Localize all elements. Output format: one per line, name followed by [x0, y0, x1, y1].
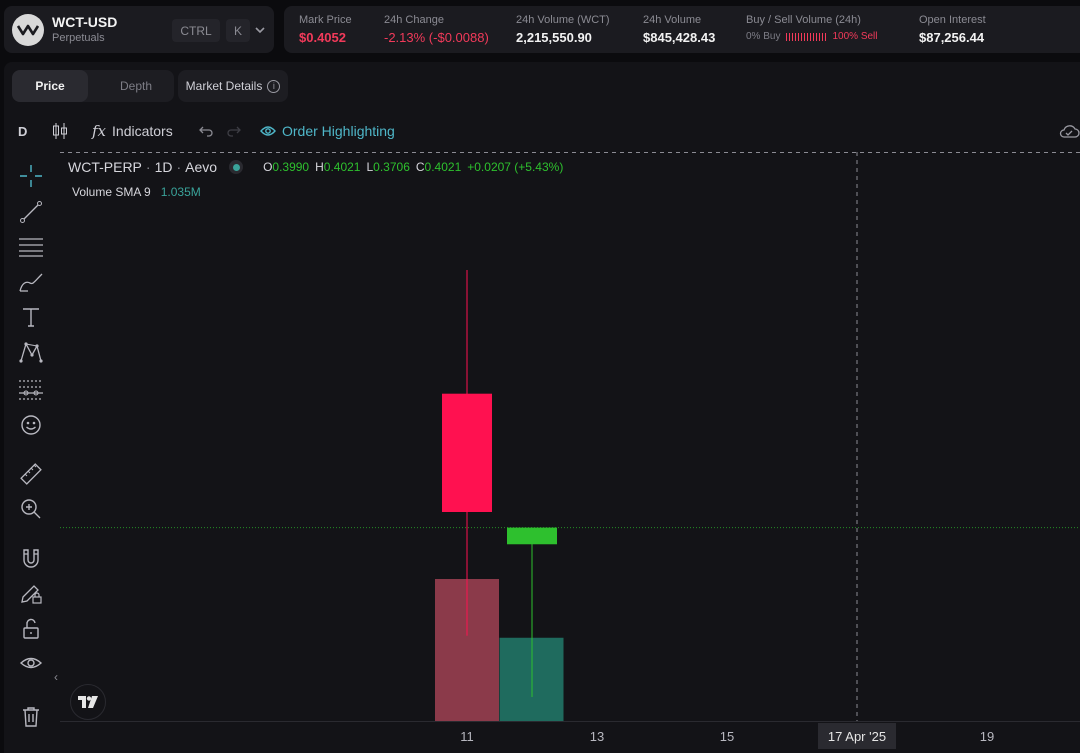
volume-usd-stat: 24h Volume $845,428.43: [643, 14, 716, 45]
collapse-toolbar-icon[interactable]: ‹: [54, 670, 58, 684]
chart-tabs: Price Depth: [12, 70, 174, 102]
x-tick-label: 11: [460, 729, 474, 744]
x-tick-label: 19: [980, 729, 994, 744]
wct-logo-icon: [12, 14, 44, 46]
shortcut-ctrl-key: CTRL: [172, 19, 220, 42]
market-status-icon: [229, 160, 244, 174]
legend-sep-1: ·: [145, 159, 151, 175]
info-icon: i: [267, 79, 281, 93]
x-tick-label: 13: [590, 729, 604, 744]
unlock-icon[interactable]: [14, 614, 48, 644]
symbol-subtitle: Perpetuals: [52, 32, 105, 44]
chevron-down-icon[interactable]: [254, 25, 266, 35]
legend-sep-2: ·: [176, 159, 182, 175]
chart-panel: Price Depth Market Details i D fx Indica…: [4, 62, 1080, 753]
eye-icon: [260, 126, 276, 136]
eye-icon[interactable]: [14, 649, 48, 679]
mark-price-value: $0.4052: [299, 30, 346, 45]
market-stats-bar: Mark Price $0.4052 24h Change -2.13% (-$…: [284, 6, 1080, 53]
open-value: 0.3990: [272, 160, 310, 174]
candle-body-11: [442, 393, 492, 513]
order-highlighting-label: Order Highlighting: [282, 123, 395, 139]
fib-lines-icon[interactable]: [14, 232, 48, 262]
undo-icon[interactable]: [198, 114, 214, 148]
pattern-icon[interactable]: [14, 337, 48, 367]
crosshair-icon[interactable]: [14, 161, 48, 191]
high-value: 0.4021: [323, 160, 361, 174]
mark-price-stat: Mark Price $0.4052: [299, 14, 352, 45]
chart-legend: WCT-PERP · 1D · Aevo O0.3990 H0.4021 L0.…: [68, 159, 563, 175]
fx-icon: fx: [92, 122, 107, 140]
volume-sma-value: 1.035M: [160, 185, 201, 199]
open-interest-stat: Open Interest $87,256.44: [919, 14, 986, 45]
magnet-icon[interactable]: [14, 544, 48, 574]
chart-toolbar: D fx Indicators Order Highlighting: [4, 114, 1080, 148]
price-chart[interactable]: 11 13 15 19 17 Apr '25 WCT-PERP · 1D · Aevo …: [54, 152, 1080, 753]
shortcut-k-key: K: [226, 19, 250, 42]
volume-wct-value: 2,215,550.90: [516, 30, 592, 45]
buy-percent: 0% Buy: [746, 31, 781, 42]
zoom-in-icon[interactable]: [14, 494, 48, 524]
volume-legend: Volume SMA 9 1.035M: [72, 185, 201, 199]
candlestick-icon[interactable]: [52, 114, 68, 148]
crosshair-date-label: 17 Apr '25: [828, 729, 886, 744]
legend-exchange: Aevo: [185, 159, 218, 175]
candle-body-12: [507, 527, 557, 545]
volume-sma-label: Volume SMA 9: [72, 185, 151, 199]
interval-button[interactable]: D: [18, 114, 27, 148]
low-value: 0.3706: [373, 160, 410, 174]
cloud-icon[interactable]: [1058, 114, 1080, 148]
lock-drawing-icon[interactable]: [14, 579, 48, 609]
market-details-label: Market Details: [185, 79, 263, 93]
change-24h-stat: 24h Change -2.13% (-$0.0088): [384, 14, 489, 45]
tab-depth[interactable]: Depth: [98, 70, 174, 102]
close-value: 0.4021: [424, 160, 462, 174]
forecast-icon[interactable]: [14, 375, 48, 405]
buy-sell-ratio-bar: [786, 32, 827, 41]
tab-price[interactable]: Price: [12, 70, 88, 102]
change-24h-value: -2.13% (-$0.0088): [384, 30, 489, 45]
emoji-icon[interactable]: [14, 410, 48, 440]
x-tick-label: 15: [720, 729, 734, 744]
indicators-label: Indicators: [112, 123, 173, 139]
tradingview-logo-icon[interactable]: [70, 684, 106, 720]
brush-icon[interactable]: [14, 267, 48, 297]
buy-sell-stat: Buy / Sell Volume (24h) 0% Buy 100% Sell: [746, 14, 878, 42]
open-interest-value: $87,256.44: [919, 30, 985, 45]
indicators-button[interactable]: fx Indicators: [92, 114, 173, 148]
market-details-button[interactable]: Market Details i: [178, 70, 288, 102]
symbol-name: WCT-USD: [52, 14, 118, 30]
trash-icon[interactable]: [14, 702, 48, 732]
change-value: +0.0207 (+5.43%): [467, 160, 564, 174]
chart-canvas[interactable]: 11 13 15 19 17 Apr '25: [60, 152, 1080, 753]
volume-usd-value: $845,428.43: [643, 30, 716, 45]
legend-symbol: WCT-PERP: [68, 159, 142, 175]
sell-percent: 100% Sell: [832, 31, 878, 42]
legend-interval: 1D: [154, 159, 173, 175]
volume-wct-stat: 24h Volume (WCT) 2,215,550.90: [516, 14, 610, 45]
trend-line-icon[interactable]: [14, 197, 48, 227]
order-highlighting-button[interactable]: Order Highlighting: [260, 114, 395, 148]
symbol-selector[interactable]: WCT-USD Perpetuals CTRL K: [4, 6, 274, 53]
ohlc-values: O0.3990 H0.4021 L0.3706 C0.4021 +0.0207 …: [263, 160, 564, 174]
text-icon[interactable]: [14, 302, 48, 332]
ruler-icon[interactable]: [14, 459, 48, 489]
redo-icon[interactable]: [226, 114, 242, 148]
